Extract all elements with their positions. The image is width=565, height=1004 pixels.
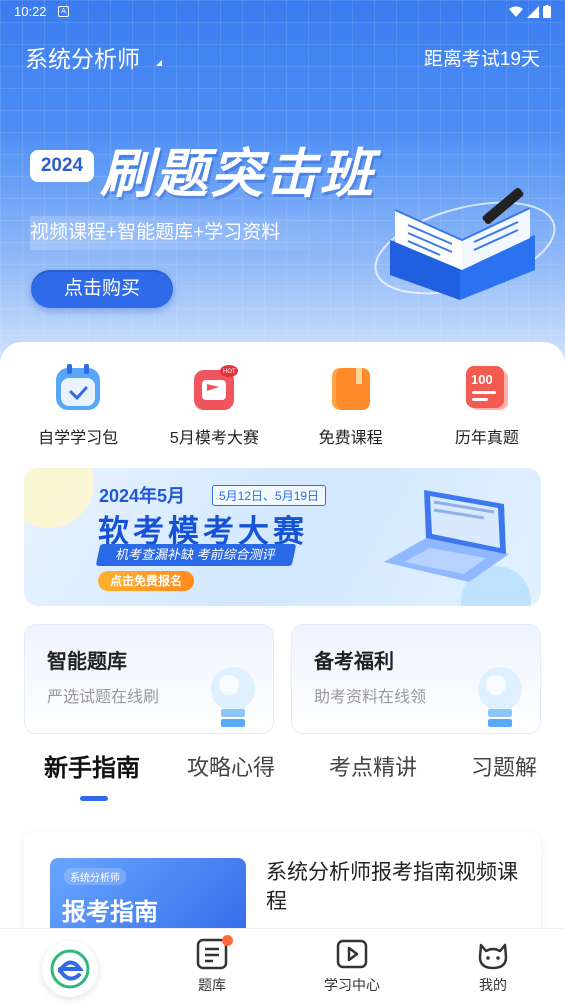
- bottom-nav: 题库 学习中心 我的: [0, 928, 565, 1004]
- card-subtitle: 助考资料在线领: [314, 689, 427, 706]
- exam-switch-caret-icon[interactable]: [156, 60, 162, 66]
- nav-profile[interactable]: 我的: [448, 937, 538, 995]
- nav-label: 我的: [479, 977, 507, 993]
- tab-key-points[interactable]: 考点精讲: [329, 750, 417, 782]
- nav-icon-wrapper: [195, 935, 233, 971]
- hero-banner[interactable]: 系统分析师 距离考试19天 2024 刷题突击班 视频课程+智能题库+学习资料 …: [0, 0, 565, 370]
- tab-beginner-guide[interactable]: 新手指南: [44, 748, 140, 783]
- smart-question-bank-card[interactable]: 智能题库 严选试题在线刷: [24, 624, 274, 734]
- exam-title[interactable]: 系统分析师: [25, 40, 140, 74]
- mock-contest-banner[interactable]: 2024年5月 5月12日、5月19日 软考模考大赛 机考查漏补缺 考前综合测评…: [24, 468, 541, 606]
- contest-dates: 5月12日、5月19日: [212, 485, 327, 506]
- status-time: 10:22: [14, 4, 47, 19]
- quick-entry-label: 历年真题: [454, 430, 519, 447]
- lightbulb-icon: [478, 667, 522, 727]
- nav-label: 题库: [198, 977, 226, 993]
- decor-circle: [24, 468, 94, 528]
- calendar-icon: [56, 364, 101, 410]
- play-video-icon: [336, 939, 368, 969]
- tab-exercise-explanations[interactable]: 习题解: [471, 750, 537, 782]
- card-title: 智能题库: [47, 651, 127, 673]
- exam-countdown: 距离考试19天: [423, 49, 540, 70]
- quick-entry-free-course[interactable]: 免费课程: [291, 358, 411, 448]
- quick-entry-self-study[interactable]: 自学学习包: [18, 358, 138, 448]
- quick-entry-mock-contest[interactable]: HOT 5月模考大赛: [154, 358, 274, 448]
- cat-face-icon: [478, 943, 508, 970]
- nav-learning-center[interactable]: 学习中心: [307, 937, 397, 995]
- status-icons: [509, 5, 551, 18]
- article-title: 系统分析师报考指南视频课程: [266, 861, 518, 913]
- quick-entry-label: 5月模考大赛: [169, 430, 259, 447]
- notification-dot: [222, 935, 233, 946]
- quick-entry-label: 自学学习包: [38, 430, 119, 447]
- free-signup-button[interactable]: 点击免费报名: [98, 571, 195, 591]
- hero-subline: 视频课程+智能题库+学习资料: [30, 216, 390, 250]
- exam-benefits-card[interactable]: 备考福利 助考资料在线领: [291, 624, 541, 734]
- nav-question-bank[interactable]: 题库: [167, 935, 257, 995]
- quick-entry-row: 自学学习包 HOT 5月模考大赛 免费课程 100 历年真题: [0, 358, 565, 448]
- buy-button[interactable]: 点击购买: [31, 270, 173, 308]
- open-book-illustration-icon: [374, 187, 556, 300]
- score-100-icon: 100: [465, 366, 508, 410]
- status-bar: 10:22 A: [0, 0, 565, 26]
- article-tabs: 新手指南 攻略心得 考点精讲 习题解: [0, 740, 565, 810]
- hero-year-badge: 2024: [30, 150, 94, 182]
- tab-active-indicator: [80, 796, 108, 801]
- laptop-illustration-icon: [384, 490, 509, 582]
- app-logo-icon: [50, 949, 90, 989]
- thumb-tag: 系统分析师: [64, 868, 126, 885]
- home-nav-button[interactable]: [42, 941, 98, 997]
- svg-text:100: 100: [471, 372, 493, 387]
- book-icon: [331, 368, 370, 410]
- nav-label: 学习中心: [324, 977, 380, 993]
- battery-icon: [543, 5, 551, 18]
- notification-a-icon: A: [58, 6, 69, 17]
- svg-text:HOT: HOT: [223, 369, 236, 375]
- quick-entry-label: 免费课程: [318, 430, 383, 447]
- nav-icon-wrapper: [335, 937, 369, 971]
- signal-icon: [527, 5, 539, 18]
- lightbulb-icon: [211, 667, 255, 727]
- nav-icon-wrapper: [476, 937, 510, 971]
- quick-entry-past-papers[interactable]: 100 历年真题: [427, 358, 547, 448]
- card-subtitle: 严选试题在线刷: [47, 689, 160, 706]
- thumb-title: 报考指南: [62, 899, 158, 926]
- tab-strategy[interactable]: 攻略心得: [187, 750, 275, 782]
- hero-headline: 刷题突击班: [100, 145, 375, 204]
- contest-slogan: 机考查漏补缺 考前综合测评: [95, 544, 296, 566]
- wifi-icon: [509, 6, 523, 17]
- card-title: 备考福利: [314, 651, 394, 673]
- flag-hot-icon: HOT: [194, 365, 239, 410]
- contest-year-month: 2024年5月: [99, 486, 186, 506]
